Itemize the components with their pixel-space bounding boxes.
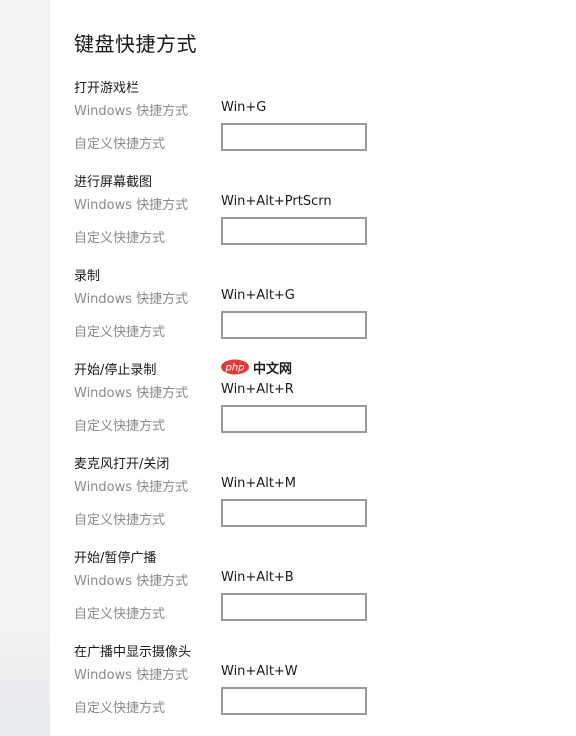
windows-shortcut-label: Windows 快捷方式: [74, 668, 189, 683]
windows-shortcut-label: Windows 快捷方式: [74, 574, 189, 589]
custom-shortcut-label: 自定义快捷方式: [74, 137, 166, 152]
section-title: 打开游戏栏: [74, 81, 140, 96]
custom-shortcut-input[interactable]: [221, 687, 367, 715]
custom-shortcut-input[interactable]: [221, 405, 367, 433]
windows-shortcut-label: Windows 快捷方式: [74, 104, 189, 119]
shortcut-section-start-stop-recording: 开始/停止录制 Windows 快捷方式 Win+Alt+R 自定义快捷方式: [74, 359, 554, 453]
section-title: 开始/停止录制: [74, 363, 157, 378]
windows-shortcut-value: Win+G: [221, 100, 267, 115]
sidebar-panel: [0, 0, 50, 736]
windows-shortcut-value: Win+Alt+R: [221, 382, 294, 397]
page-title: 键盘快捷方式: [74, 32, 197, 56]
custom-shortcut-label: 自定义快捷方式: [74, 231, 166, 246]
custom-shortcut-input[interactable]: [221, 123, 367, 151]
windows-shortcut-value: Win+Alt+W: [221, 664, 298, 679]
windows-shortcut-label: Windows 快捷方式: [74, 480, 189, 495]
custom-shortcut-input[interactable]: [221, 593, 367, 621]
windows-shortcut-value: Win+Alt+M: [221, 476, 297, 491]
custom-shortcut-label: 自定义快捷方式: [74, 513, 166, 528]
shortcut-section-open-game-bar: 打开游戏栏 Windows 快捷方式 Win+G 自定义快捷方式: [74, 77, 554, 171]
windows-shortcut-value: Win+Alt+G: [221, 288, 295, 303]
section-title: 进行屏幕截图: [74, 175, 153, 190]
custom-shortcut-input[interactable]: [221, 499, 367, 527]
windows-shortcut-label: Windows 快捷方式: [74, 386, 189, 401]
section-title: 开始/暂停广播: [74, 551, 157, 566]
shortcut-section-microphone-toggle: 麦克风打开/关闭 Windows 快捷方式 Win+Alt+M 自定义快捷方式: [74, 453, 554, 547]
custom-shortcut-label: 自定义快捷方式: [74, 607, 166, 622]
windows-shortcut-label: Windows 快捷方式: [74, 198, 189, 213]
php-logo-icon: php: [221, 359, 249, 375]
custom-shortcut-input[interactable]: [221, 311, 367, 339]
shortcut-section-screenshot: 进行屏幕截图 Windows 快捷方式 Win+Alt+PrtScrn 自定义快…: [74, 171, 554, 265]
php-logo-text: php: [224, 363, 244, 374]
custom-shortcut-label: 自定义快捷方式: [74, 325, 166, 340]
watermark: php 中文网: [220, 358, 293, 377]
watermark-text: 中文网: [253, 361, 293, 377]
windows-shortcut-value: Win+Alt+B: [221, 570, 294, 585]
shortcut-section-start-pause-broadcast: 开始/暂停广播 Windows 快捷方式 Win+Alt+B 自定义快捷方式: [74, 547, 554, 641]
section-title: 麦克风打开/关闭: [74, 457, 170, 472]
section-title: 在广播中显示摄像头: [74, 645, 192, 660]
custom-shortcut-input[interactable]: [221, 217, 367, 245]
custom-shortcut-label: 自定义快捷方式: [74, 701, 166, 716]
shortcut-section-record: 录制 Windows 快捷方式 Win+Alt+G 自定义快捷方式: [74, 265, 554, 359]
custom-shortcut-label: 自定义快捷方式: [74, 419, 166, 434]
windows-shortcut-label: Windows 快捷方式: [74, 292, 189, 307]
shortcut-section-show-camera: 在广播中显示摄像头 Windows 快捷方式 Win+Alt+W 自定义快捷方式: [74, 641, 554, 735]
settings-content: 键盘快捷方式 打开游戏栏 Windows 快捷方式 Win+G 自定义快捷方式 …: [50, 0, 576, 736]
section-title: 录制: [74, 269, 101, 284]
windows-shortcut-value: Win+Alt+PrtScrn: [221, 194, 332, 209]
